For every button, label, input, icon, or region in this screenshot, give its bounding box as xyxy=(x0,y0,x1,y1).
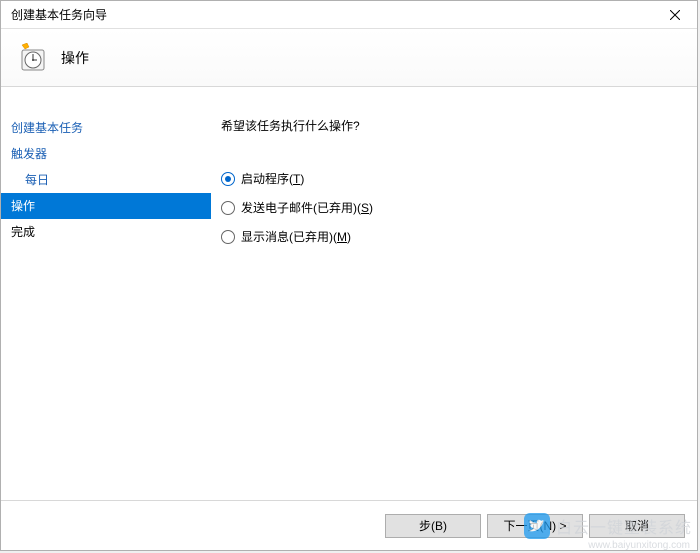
cancel-button[interactable]: 取消 xyxy=(589,514,685,538)
button-label: 步(B) xyxy=(419,517,447,534)
sidebar-item-trigger[interactable]: 触发器 xyxy=(1,141,211,167)
content-area: 希望该任务执行什么操作? 启动程序(T) 发送电子邮件(已弃用)(S) 显示消息… xyxy=(211,87,697,500)
footer: 步(B) 下一页(N) > 取消 xyxy=(1,500,697,550)
sidebar-item-finish[interactable]: 完成 xyxy=(1,219,211,245)
sidebar-item-label: 每日 xyxy=(25,173,49,187)
scheduler-icon xyxy=(17,43,47,73)
action-prompt: 希望该任务执行什么操作? xyxy=(221,117,697,134)
radio-label: 显示消息(已弃用)(M) xyxy=(241,228,351,245)
radio-icon xyxy=(221,230,235,244)
radio-dot-icon xyxy=(225,176,231,182)
wizard-sidebar: 创建基本任务 触发器 每日 操作 完成 xyxy=(1,87,211,500)
radio-start-program[interactable]: 启动程序(T) xyxy=(221,170,697,187)
wizard-window: 创建基本任务向导 操作 创建基本任务 触 xyxy=(0,0,698,551)
radio-label: 启动程序(T) xyxy=(241,170,304,187)
radio-icon xyxy=(221,201,235,215)
body-area: 创建基本任务 触发器 每日 操作 完成 希望该任务执行什么操作? xyxy=(1,87,697,500)
radio-label: 发送电子邮件(已弃用)(S) xyxy=(241,199,373,216)
window-title: 创建基本任务向导 xyxy=(11,6,107,23)
header-section: 操作 xyxy=(1,29,697,87)
radio-display-message[interactable]: 显示消息(已弃用)(M) xyxy=(221,228,697,245)
sidebar-item-label: 触发器 xyxy=(11,147,47,161)
close-button[interactable] xyxy=(661,4,689,26)
titlebar: 创建基本任务向导 xyxy=(1,1,697,29)
next-button[interactable]: 下一页(N) > xyxy=(487,514,583,538)
radio-send-email[interactable]: 发送电子邮件(已弃用)(S) xyxy=(221,199,697,216)
close-icon xyxy=(670,10,680,20)
back-button[interactable]: 步(B) xyxy=(385,514,481,538)
sidebar-item-create-task[interactable]: 创建基本任务 xyxy=(1,115,211,141)
sidebar-item-daily[interactable]: 每日 xyxy=(1,167,211,193)
button-label: 下一页(N) > xyxy=(503,517,566,534)
sidebar-item-label: 操作 xyxy=(11,199,35,213)
sidebar-item-label: 完成 xyxy=(11,225,35,239)
action-radio-group: 启动程序(T) 发送电子邮件(已弃用)(S) 显示消息(已弃用)(M) xyxy=(221,170,697,245)
sidebar-item-action[interactable]: 操作 xyxy=(1,193,211,219)
button-label: 取消 xyxy=(625,517,649,534)
radio-icon xyxy=(221,172,235,186)
sidebar-item-label: 创建基本任务 xyxy=(11,121,83,135)
page-title: 操作 xyxy=(61,48,89,68)
